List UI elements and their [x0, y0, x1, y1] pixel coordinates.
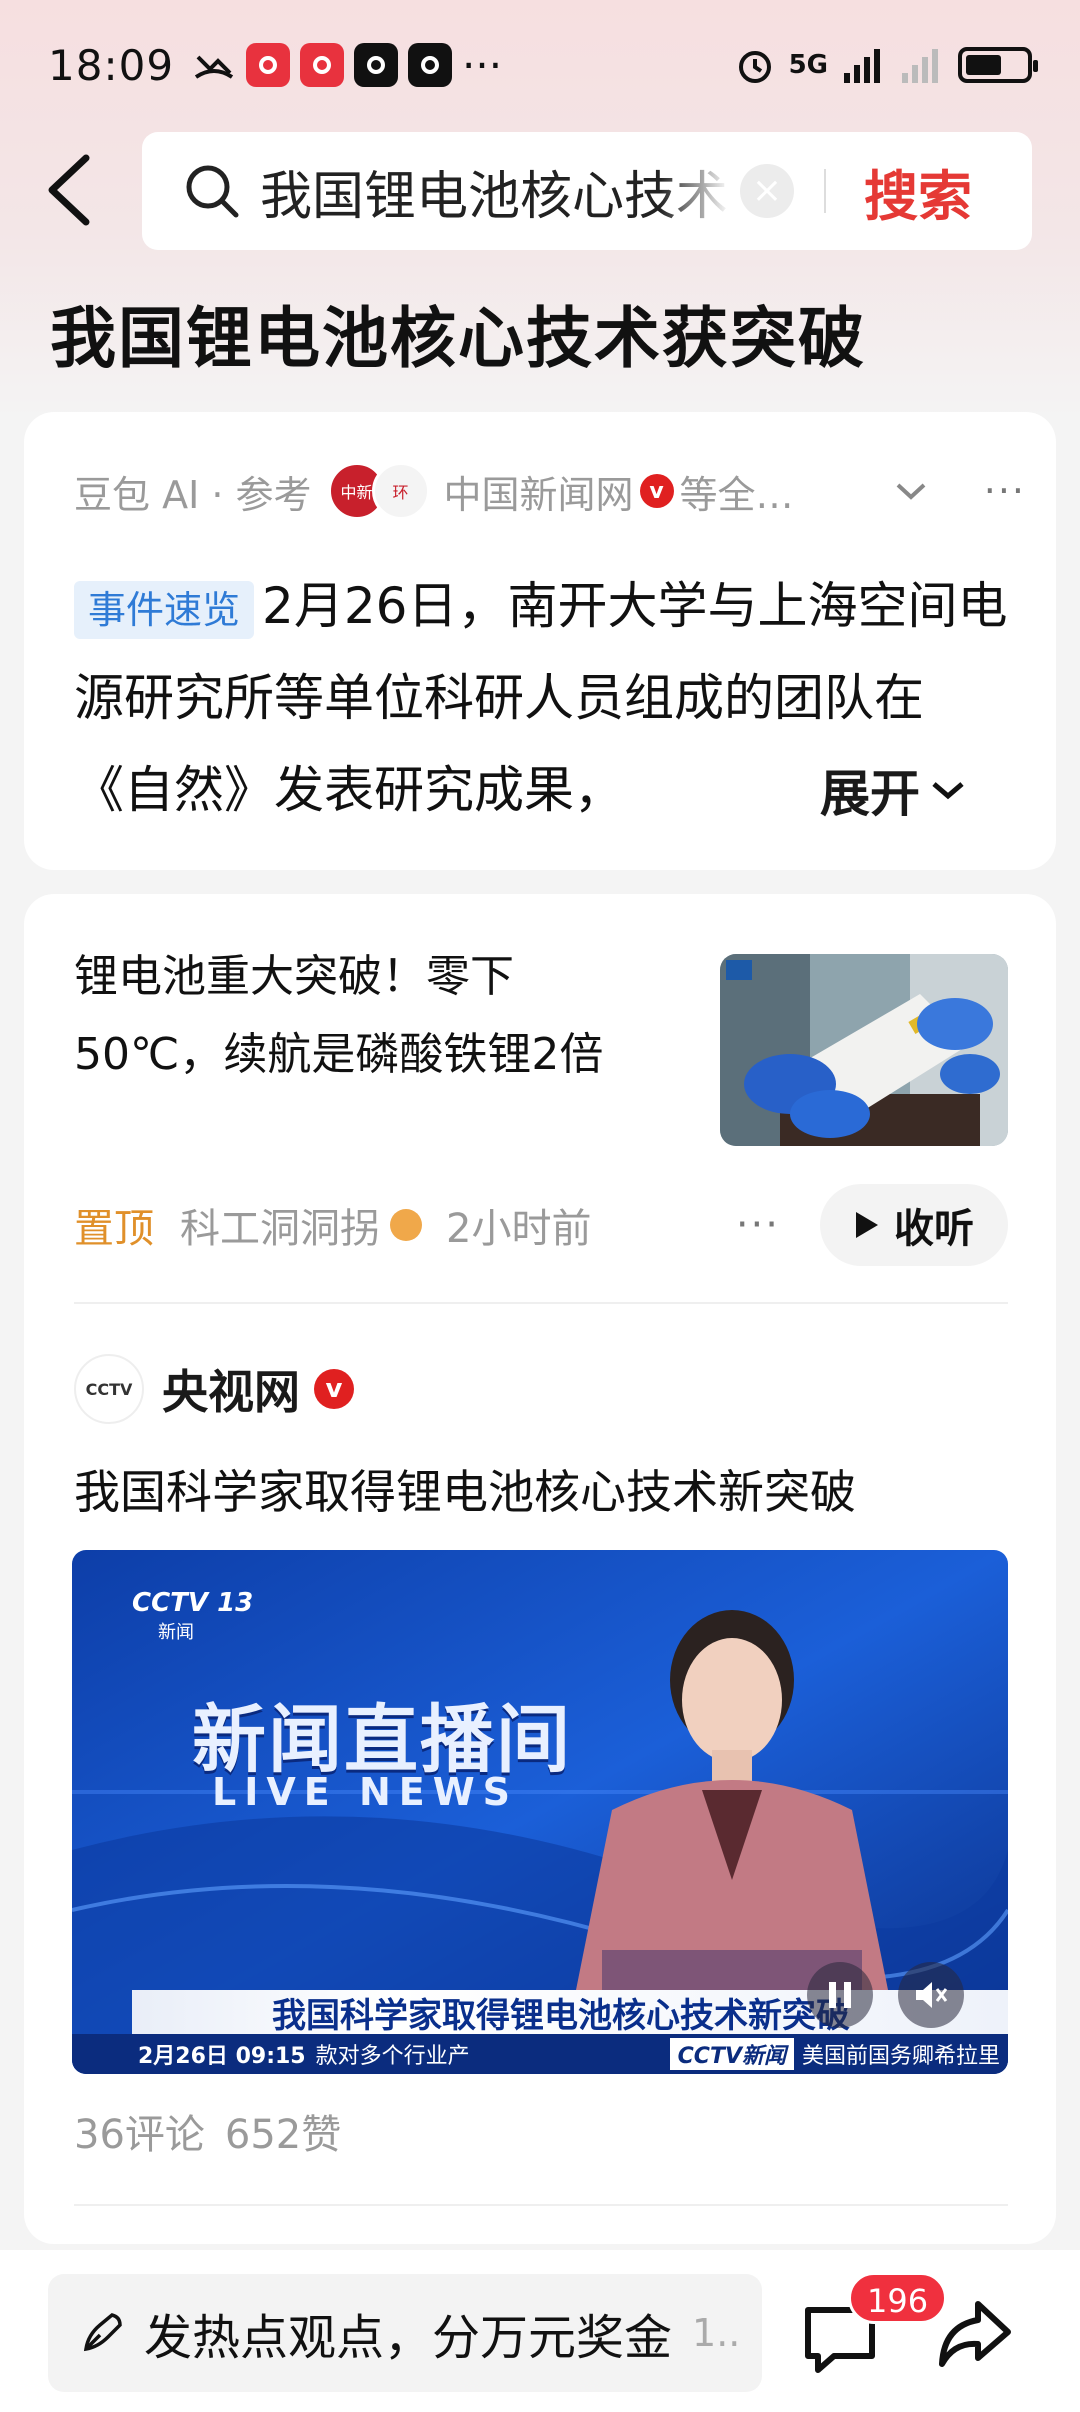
tiktok-icon — [354, 43, 399, 87]
ai-source-more: 等全… — [679, 472, 794, 517]
article-author[interactable]: 科工洞洞拐 — [180, 1196, 380, 1254]
status-bar: 18:09 ··· 5G — [0, 0, 1080, 130]
creator-badge-icon — [390, 1209, 422, 1241]
cctv-logo-icon: CCTV — [74, 1354, 144, 1424]
battery-photo-image — [720, 954, 1008, 1146]
expand-button[interactable]: 展开 — [790, 744, 968, 836]
clear-search-icon[interactable]: × — [740, 164, 794, 218]
signal-icon-secondary — [902, 49, 938, 83]
page-title: 我国锂电池核心技术获突破 — [50, 300, 866, 377]
comment-count-text[interactable]: 36评论 — [74, 2102, 205, 2160]
missed-call-icon — [194, 55, 234, 79]
comment-count-badge: 196 — [848, 2272, 948, 2324]
alarm-icon — [738, 51, 771, 83]
notification-icons: ··· — [192, 41, 502, 90]
pause-icon[interactable] — [807, 1962, 873, 2028]
program-name-en: LIVE NEWS — [212, 1770, 518, 1814]
listen-label: 收听 — [894, 1206, 974, 1252]
video-player[interactable]: CCTV 13 新闻 新闻直播间 LIVE NEWS 我国科学家取得锂电池核心技… — [72, 1550, 1008, 2074]
video-title[interactable]: 我国科学家取得锂电池核心技术新突破 — [74, 1456, 856, 1522]
ai-source-name: 中国新闻网 — [443, 472, 634, 517]
search-button[interactable]: 搜索 — [864, 152, 972, 231]
app-notification-icon — [246, 43, 291, 87]
tiktok-icon — [408, 43, 453, 87]
chevron-down-icon — [932, 782, 964, 800]
source-logo-icon: 环 — [371, 462, 430, 520]
article-meta: 置顶 科工洞洞拐 2小时前 ··· 收听 — [74, 1184, 1008, 1266]
back-icon[interactable] — [42, 152, 98, 228]
more-notifications-icon: ··· — [462, 40, 503, 90]
channel-name: 央视网 — [162, 1365, 300, 1419]
system-icons: 5G — [735, 45, 1038, 85]
signal-icon — [844, 49, 880, 83]
search-input[interactable]: 我国锂电池核心技术获突破 — [260, 154, 730, 229]
ai-source-row[interactable]: 豆包 AI · 参考 中新 环 中国新闻网 v 等全… ··· — [74, 462, 1026, 520]
video-datetime: 2月26日 09:15 — [138, 2044, 306, 2069]
network-type: 5G — [788, 50, 828, 80]
article-thumbnail[interactable] — [720, 954, 1008, 1146]
listen-button[interactable]: 收听 — [820, 1184, 1008, 1266]
play-icon — [856, 1212, 878, 1238]
pen-icon — [83, 2313, 122, 2352]
search-icon — [186, 165, 239, 218]
event-tag: 事件速览 — [74, 580, 255, 639]
channel-logo-text: CCTV 13 — [132, 1588, 254, 1618]
more-options-icon[interactable]: ··· — [984, 469, 1026, 513]
video-caption: 我国科学家取得锂电池核心技术新突破 — [272, 1995, 850, 2036]
divider — [824, 169, 826, 213]
channel-logo-overlay: CCTV 13 新闻 — [132, 1588, 253, 1644]
ticker-left: 款对多个行业产 — [315, 2044, 470, 2069]
results-feed: 锂电池重大突破！零下50℃，续航是磷酸铁锂2倍 置顶 科工洞洞拐 2小时前 ··… — [24, 894, 1056, 2244]
ticker-right: 美国前国务卿希拉里 — [801, 2044, 1000, 2069]
video-ticker: 2月26日 09:15 款对多个行业产 CCTV新闻 美国前国务卿希拉里 — [72, 2034, 1008, 2074]
ticker-logo: CCTV新闻 — [669, 2038, 794, 2070]
article-title[interactable]: 锂电池重大突破！零下50℃，续航是磷酸铁锂2倍 — [74, 938, 634, 1094]
chevron-down-icon[interactable] — [894, 481, 928, 501]
comment-input[interactable]: 发热点观点，分万元奖金 1.. — [48, 2274, 762, 2392]
ai-source-label: 豆包 AI · 参考 — [74, 472, 312, 517]
video-stats: 36评论 652赞 — [74, 2102, 341, 2160]
article-time: 2小时前 — [446, 1206, 592, 1252]
divider — [74, 1302, 1008, 1304]
status-time: 18:09 — [48, 40, 175, 90]
channel-header[interactable]: CCTV 央视网 v — [74, 1354, 360, 1424]
channel-sub-text: 新闻 — [158, 1622, 194, 1643]
video-caption-bar: 我国科学家取得锂电池核心技术新突破 — [132, 1990, 1008, 2036]
more-options-icon[interactable]: ··· — [736, 1202, 780, 1248]
divider — [74, 2204, 1008, 2206]
pinned-badge: 置顶 — [74, 1206, 154, 1252]
bottom-bar: 发热点观点，分万元奖金 1.. 196 — [0, 2250, 1080, 2412]
share-icon[interactable] — [934, 2294, 1014, 2374]
comment-placeholder: 发热点观点，分万元奖金 — [144, 2310, 673, 2366]
comment-suffix: 1.. — [692, 2311, 741, 2355]
search-bar[interactable]: 我国锂电池核心技术获突破 × 搜索 — [142, 132, 1032, 250]
like-count-text[interactable]: 652赞 — [225, 2102, 341, 2160]
verified-icon: v — [639, 474, 674, 508]
ai-summary-card: 豆包 AI · 参考 中新 环 中国新闻网 v 等全… ··· 事件速览 2月26… — [24, 412, 1056, 870]
verified-icon: v — [314, 1369, 354, 1409]
expand-label: 展开 — [820, 765, 920, 823]
app-notification-icon — [300, 43, 345, 87]
battery-icon — [958, 47, 1038, 83]
mute-icon[interactable] — [898, 1962, 964, 2028]
